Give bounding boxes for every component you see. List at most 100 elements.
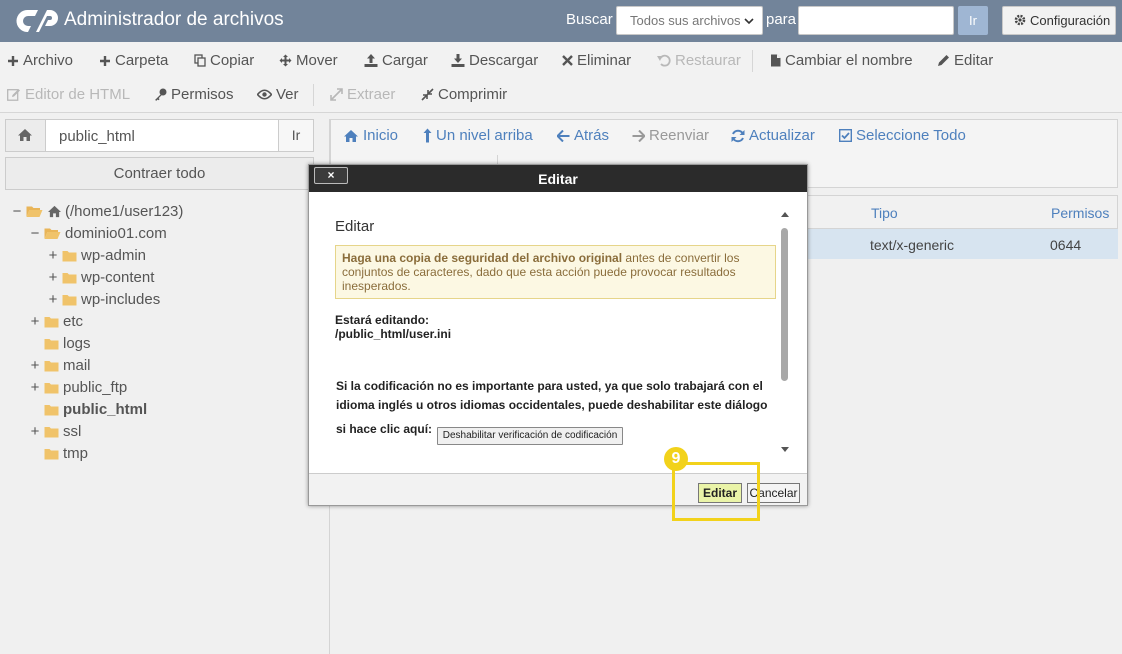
tree-item-label: mail — [63, 357, 91, 374]
dialog-body[interactable]: Editar Haga una copia de seguridad del a… — [309, 192, 807, 473]
folder-icon — [44, 382, 59, 393]
delete-button[interactable]: Eliminar — [562, 52, 631, 69]
tree-toggle[interactable]: + — [48, 247, 58, 264]
folder-icon — [62, 272, 77, 283]
tree-toggle[interactable]: + — [30, 357, 40, 374]
tree-item-label: ssl — [63, 423, 82, 440]
pencil-icon — [938, 55, 949, 66]
path-go-button[interactable]: Ir — [278, 120, 313, 151]
download-icon — [451, 54, 465, 67]
nav-back-button[interactable]: Atrás — [557, 127, 609, 144]
tree-item-mail[interactable]: + mail — [30, 357, 91, 374]
home-icon — [48, 205, 61, 218]
path-input[interactable]: public_html — [59, 128, 135, 145]
tree-item-logs[interactable]: logs — [30, 335, 91, 352]
scroll-thumb[interactable] — [781, 228, 788, 381]
tree-toggle[interactable]: − — [12, 203, 22, 220]
tree-toggle[interactable]: − — [30, 225, 40, 242]
search-input[interactable] — [798, 6, 954, 35]
dialog-title: Editar — [309, 165, 807, 192]
new-folder-button[interactable]: Carpeta — [99, 52, 168, 69]
column-header-permissions[interactable]: Permisos — [1051, 205, 1109, 221]
new-file-button[interactable]: Archivo — [7, 52, 73, 69]
tree-item-tmp[interactable]: tmp — [30, 445, 88, 462]
tree-item-home[interactable]: − (/home1/user123) — [12, 203, 184, 220]
tree-item-label: wp-includes — [81, 291, 161, 308]
dialog-scrollbar[interactable] — [779, 210, 791, 460]
folder-icon — [44, 426, 59, 437]
edit-icon — [7, 89, 20, 101]
encoding-note-line: Si la codificación no es importante para… — [336, 379, 763, 393]
search-scope-value: Todos sus archivos — [630, 13, 741, 28]
chevron-down-icon — [744, 18, 754, 25]
tree-item-wp-includes[interactable]: + wp-includes — [48, 291, 161, 308]
folder-icon — [62, 250, 77, 261]
tree-item-dominio01[interactable]: − dominio01.com — [30, 225, 167, 242]
encoding-note-line: si hace clic aquí: — [336, 422, 433, 436]
edit-button[interactable]: Editar — [937, 52, 993, 69]
search-go-button[interactable]: Ir — [958, 6, 988, 35]
collapse-all-button[interactable]: Contraer todo — [5, 157, 314, 190]
nav-refresh-button[interactable]: Actualizar — [731, 127, 815, 144]
settings-label: Configuración — [1030, 13, 1111, 28]
editing-label: Estará editando: — [335, 313, 430, 327]
html-editor-button[interactable]: Editor de HTML — [7, 86, 130, 103]
copy-button[interactable]: Copiar — [194, 52, 254, 69]
nav-up-button[interactable]: Un nivel arriba — [423, 127, 533, 144]
refresh-icon — [731, 129, 745, 142]
warning-box: Haga una copia de seguridad del archivo … — [335, 245, 776, 299]
extract-button[interactable]: Extraer — [330, 86, 395, 103]
undo-icon — [657, 54, 671, 67]
eye-icon — [257, 89, 272, 100]
permissions-button[interactable]: Permisos — [154, 86, 234, 103]
tree-toggle[interactable]: + — [48, 291, 58, 308]
tree-item-etc[interactable]: + etc — [30, 313, 83, 330]
dialog-close-button[interactable]: × — [314, 167, 348, 184]
tree-item-ssl[interactable]: + ssl — [30, 423, 82, 440]
level-up-icon — [423, 128, 432, 143]
home-directory-button[interactable] — [6, 120, 46, 151]
nav-forward-button[interactable]: Reenviar — [632, 127, 709, 144]
compress-button[interactable]: Comprimir — [421, 86, 507, 103]
file-icon — [771, 54, 781, 67]
folder-icon — [44, 404, 59, 415]
tree-toggle[interactable]: + — [48, 269, 58, 286]
app-header: Administrador de archivos Buscar Todos s… — [0, 0, 1122, 42]
tree-item-wp-content[interactable]: + wp-content — [48, 269, 155, 286]
disable-encoding-check-button[interactable]: Deshabilitar verificación de codificació… — [437, 427, 623, 445]
settings-button[interactable]: Configuración — [1002, 6, 1116, 35]
view-button[interactable]: Ver — [257, 86, 299, 103]
tree-toggle[interactable]: + — [30, 313, 40, 330]
checkbox-checked-icon — [839, 129, 852, 142]
nav-select-all-button[interactable]: Seleccione Todo — [839, 127, 966, 144]
tree-item-wp-admin[interactable]: + wp-admin — [48, 247, 146, 264]
tree-item-label: tmp — [63, 445, 89, 462]
folder-icon — [44, 448, 59, 459]
rename-button[interactable]: Cambiar el nombre — [770, 52, 913, 69]
folder-open-icon — [44, 228, 61, 239]
search-scope-select[interactable]: Todos sus archivos — [616, 6, 763, 35]
move-button[interactable]: Mover — [279, 52, 338, 69]
tree-toggle[interactable]: + — [30, 379, 40, 396]
search-label: Buscar — [566, 11, 613, 28]
upload-button[interactable]: Cargar — [364, 52, 428, 69]
file-toolbar: Archivo Carpeta Copiar Mover Cargar Desc… — [0, 42, 1122, 113]
column-header-type[interactable]: Tipo — [871, 205, 898, 221]
arrow-right-icon — [632, 129, 645, 142]
tree-item-label: public_ftp — [63, 379, 128, 396]
scroll-down-icon[interactable] — [780, 446, 790, 454]
copy-icon — [194, 54, 206, 67]
restore-button[interactable]: Restaurar — [657, 52, 741, 69]
scroll-up-icon[interactable] — [780, 210, 790, 218]
tutorial-highlight — [672, 462, 760, 521]
tutorial-step-badge: 9 — [664, 447, 688, 471]
plus-icon — [8, 55, 18, 66]
tree-item-public-ftp[interactable]: + public_ftp — [30, 379, 128, 396]
key-icon — [155, 88, 167, 101]
tree-item-label: (/home1/user123) — [65, 203, 184, 220]
move-icon — [279, 54, 292, 67]
nav-home-button[interactable]: Inicio — [343, 127, 398, 144]
tree-item-public-html[interactable]: public_html — [30, 401, 147, 418]
tree-toggle[interactable]: + — [30, 423, 40, 440]
download-button[interactable]: Descargar — [451, 52, 538, 69]
